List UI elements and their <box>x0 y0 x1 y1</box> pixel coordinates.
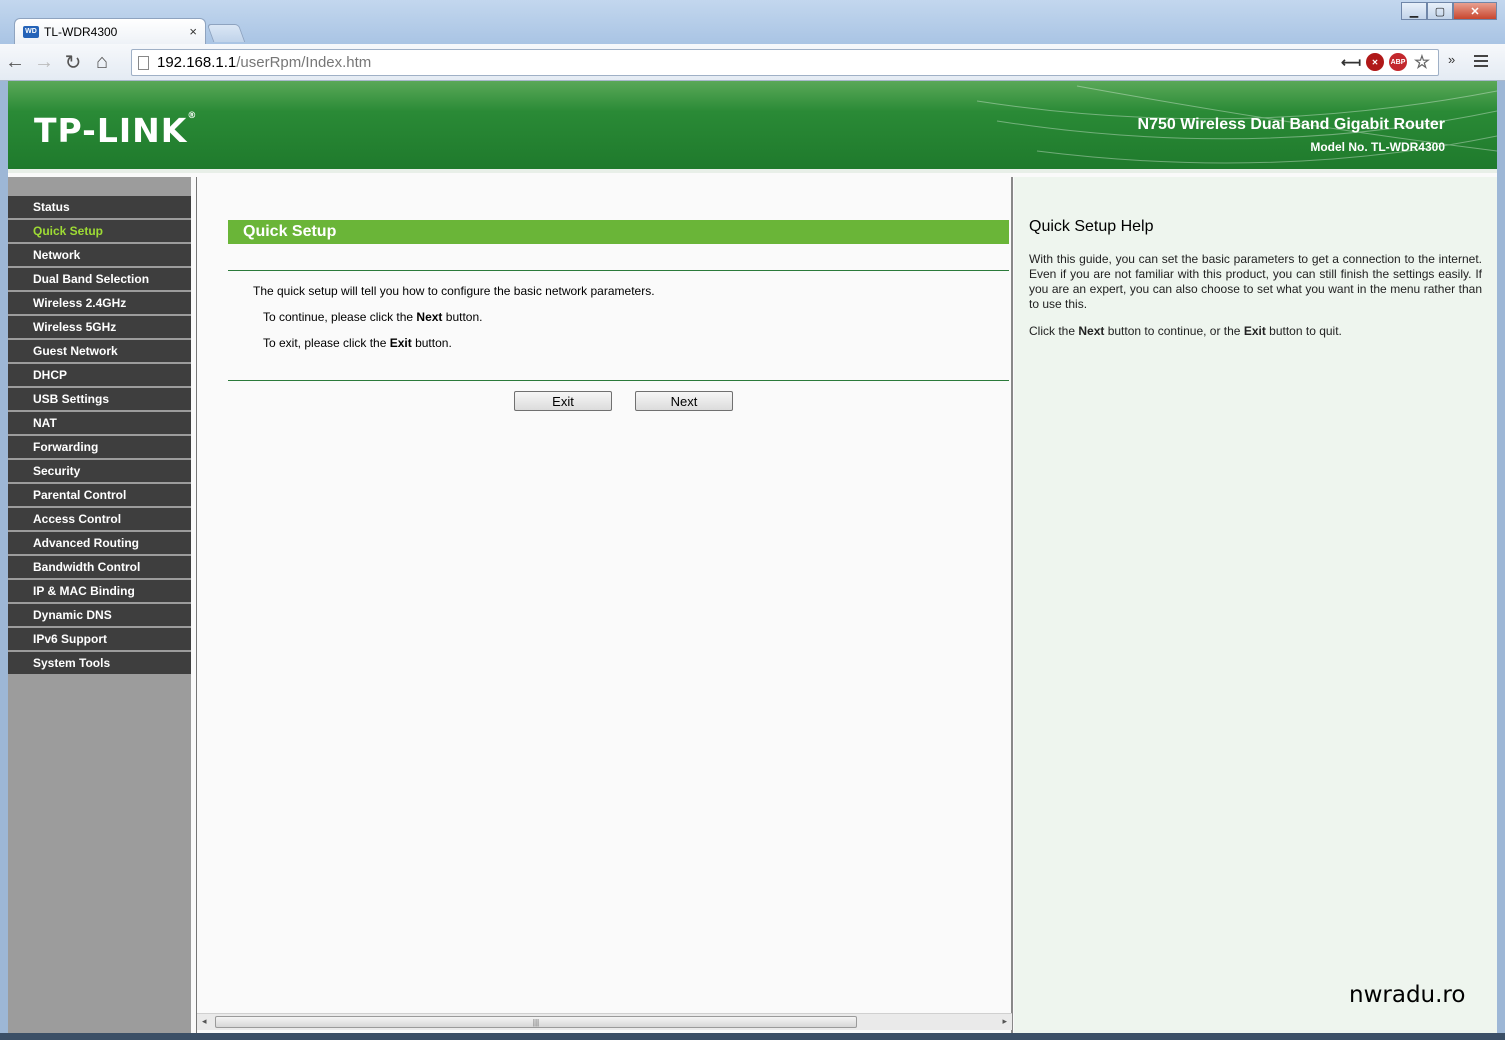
tab-title: TL-WDR4300 <box>44 24 118 39</box>
sidebar-item-wireless-2-4ghz[interactable]: Wireless 2.4GHz <box>8 292 191 314</box>
sidebar-item-wireless-5ghz[interactable]: Wireless 5GHz <box>8 316 191 338</box>
continue-instruction: To continue, please click the Next butto… <box>263 310 483 324</box>
scroll-right-icon[interactable]: ▸ <box>1002 1016 1007 1027</box>
sidebar-item-dhcp[interactable]: DHCP <box>8 364 191 386</box>
main-content: Quick Setup The quick setup will tell yo… <box>196 177 1013 1033</box>
watermark-text: nwradu.ro <box>1349 982 1466 1008</box>
sidebar-item-system-tools[interactable]: System Tools <box>8 652 191 674</box>
sidebar-item-ipv6-support[interactable]: IPv6 Support <box>8 628 191 650</box>
help-title: Quick Setup Help <box>1029 218 1154 235</box>
section-title: Quick Setup <box>228 220 1009 244</box>
top-divider <box>228 270 1009 271</box>
sidebar-item-dynamic-dns[interactable]: Dynamic DNS <box>8 604 191 626</box>
sidebar-item-ip-mac-binding[interactable]: IP & MAC Binding <box>8 580 191 602</box>
sidebar-item-network[interactable]: Network <box>8 244 191 266</box>
router-admin-page: TP-LINK® N750 Wireless Dual Band Gigabit… <box>8 81 1497 1033</box>
sidebar-menu: Status Quick Setup Network Dual Band Sel… <box>8 177 191 1033</box>
bookmark-star-icon[interactable]: ☆ <box>1412 52 1432 72</box>
bottom-divider <box>228 380 1009 381</box>
page-icon <box>138 55 149 70</box>
tab-close-icon[interactable]: × <box>189 24 197 39</box>
sidebar-item-usb-settings[interactable]: USB Settings <box>8 388 191 410</box>
extensions-chevron-icon[interactable]: » <box>1448 52 1455 67</box>
url-path: /userRpm/Index.htm <box>236 54 372 71</box>
help-panel: Quick Setup Help With this guide, you ca… <box>1014 177 1497 1033</box>
scroll-thumb[interactable]: ||| <box>215 1016 857 1028</box>
new-tab-button[interactable] <box>206 24 246 42</box>
sidebar-item-quick-setup[interactable]: Quick Setup <box>8 220 191 242</box>
back-arrow-icon[interactable]: ← <box>1 48 29 76</box>
home-icon[interactable]: ⌂ <box>88 48 116 76</box>
browser-menu-icon[interactable] <box>1470 50 1492 72</box>
sidebar-item-security[interactable]: Security <box>8 460 191 482</box>
tp-link-logo: TP-LINK® <box>34 111 198 150</box>
sidebar-item-dual-band-selection[interactable]: Dual Band Selection <box>8 268 191 290</box>
forward-arrow-icon[interactable]: → <box>30 48 58 76</box>
sidebar-item-parental-control[interactable]: Parental Control <box>8 484 191 506</box>
window-controls: ▁ ▢ ✕ <box>1401 2 1497 20</box>
sidebar-item-guest-network[interactable]: Guest Network <box>8 340 191 362</box>
sidebar-item-nat[interactable]: NAT <box>8 412 191 434</box>
close-window-button[interactable]: ✕ <box>1453 2 1497 20</box>
url-host: 192.168.1.1 <box>157 54 237 71</box>
help-instruction: Click the Next button to continue, or th… <box>1029 324 1342 338</box>
help-paragraph: With this guide, you can set the basic p… <box>1029 252 1482 311</box>
next-button[interactable]: Next <box>635 391 733 411</box>
scroll-left-icon[interactable]: ◂ <box>202 1016 207 1027</box>
page-header: TP-LINK® N750 Wireless Dual Band Gigabit… <box>8 81 1497 173</box>
maximize-button[interactable]: ▢ <box>1427 2 1453 20</box>
sidebar-item-access-control[interactable]: Access Control <box>8 508 191 530</box>
sidebar-item-bandwidth-control[interactable]: Bandwidth Control <box>8 556 191 578</box>
intro-text: The quick setup will tell you how to con… <box>253 284 655 298</box>
sidebar-item-status[interactable]: Status <box>8 196 191 218</box>
window-titlebar: WD TL-WDR4300 × ▁ ▢ ✕ <box>0 0 1505 44</box>
browser-toolbar: ← → ↻ ⌂ 192.168.1.1 /userRpm/Index.htm ⟻… <box>0 44 1505 81</box>
exit-instruction: To exit, please click the Exit button. <box>263 336 452 350</box>
horizontal-scrollbar[interactable]: ◂ ||| ▸ <box>197 1013 1012 1030</box>
sidebar-item-forwarding[interactable]: Forwarding <box>8 436 191 458</box>
reload-icon[interactable]: ↻ <box>59 48 87 76</box>
minimize-button[interactable]: ▁ <box>1401 2 1427 20</box>
adblock-icon[interactable]: ABP <box>1389 53 1407 71</box>
model-number: Model No. TL-WDR4300 <box>1310 140 1445 154</box>
exit-button[interactable]: Exit <box>514 391 612 411</box>
browser-tab[interactable]: WD TL-WDR4300 × <box>14 18 206 44</box>
product-name: N750 Wireless Dual Band Gigabit Router <box>1137 116 1445 133</box>
stop-extension-icon[interactable]: ✕ <box>1366 53 1384 71</box>
address-bar[interactable]: 192.168.1.1 /userRpm/Index.htm ⟻ ✕ ABP ☆ <box>131 49 1439 76</box>
pin-icon[interactable]: ⟻ <box>1341 53 1361 71</box>
router-favicon-icon: WD <box>23 25 39 38</box>
sidebar-item-advanced-routing[interactable]: Advanced Routing <box>8 532 191 554</box>
os-taskbar <box>0 1033 1505 1040</box>
